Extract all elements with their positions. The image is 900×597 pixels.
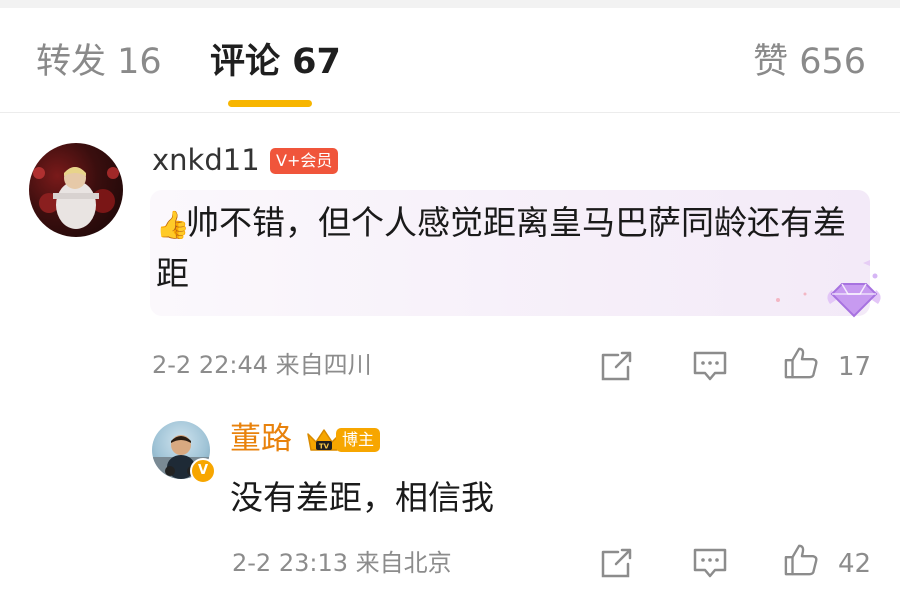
share-icon[interactable] (598, 546, 636, 580)
tab-forward[interactable]: 转发 16 (36, 40, 162, 84)
blogger-badge[interactable]: 博主 (336, 428, 381, 452)
reply-meta: 2-2 23:13 来自北京 (232, 549, 452, 577)
avatar[interactable] (29, 143, 123, 237)
tabs-divider (0, 112, 900, 113)
diamond-gem-icon (827, 273, 881, 318)
reply-text: 没有差距，相信我 (230, 478, 494, 517)
share-icon[interactable] (598, 349, 636, 383)
like-icon[interactable] (782, 543, 820, 577)
active-tab-indicator (228, 100, 312, 107)
reply-comment-icon[interactable] (691, 349, 729, 383)
vip-member-badge[interactable]: V+会员 (270, 148, 339, 174)
verified-v-icon: V (190, 458, 216, 484)
svg-text:TV: TV (319, 443, 330, 451)
tab-likes[interactable]: 赞 656 (753, 40, 866, 84)
avatar-image (33, 167, 119, 229)
comment-text: 帅不错，但个人感觉距离皇马巴萨同龄还有差距 (156, 203, 846, 293)
like-icon[interactable] (782, 346, 820, 380)
tab-comments[interactable]: 评论 67 (210, 40, 341, 84)
reply-comment-icon[interactable] (691, 546, 729, 580)
comment-meta: 2-2 22:44 来自四川 (152, 351, 372, 379)
comment-body: 👍帅不错，但个人感觉距离皇马巴萨同龄还有差距 (156, 199, 856, 298)
status-strip (0, 0, 900, 8)
like-count: 42 (838, 549, 872, 579)
comment-username[interactable]: xnkd11 (152, 142, 260, 178)
reply-username[interactable]: 董路 (230, 421, 292, 457)
thumbs-up-emoji-icon: 👍 (156, 210, 190, 241)
like-count: 17 (838, 352, 872, 382)
tab-bar: 转发 16 评论 67 赞 656 (0, 8, 900, 112)
